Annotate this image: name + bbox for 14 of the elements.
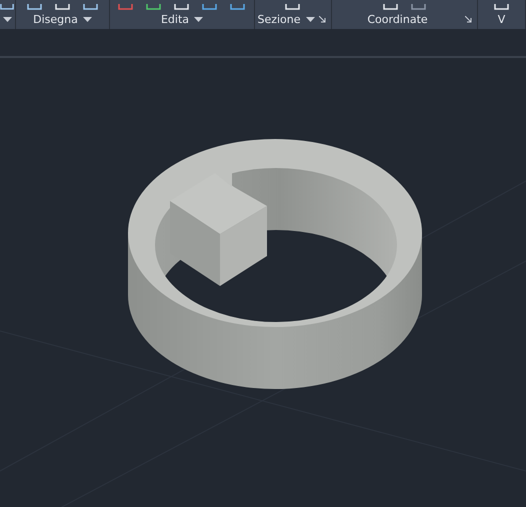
panel-title[interactable]: Sezione [257, 13, 301, 26]
tool-icon[interactable] [202, 4, 218, 10]
tool-icon[interactable] [0, 4, 15, 10]
tool-icon[interactable] [230, 4, 246, 10]
tool-icon[interactable] [26, 4, 42, 10]
tool-icon[interactable] [82, 4, 98, 10]
panel-title[interactable]: Disegna [33, 13, 78, 26]
panel-title[interactable]: Coordinate [367, 13, 428, 26]
launcher-icon[interactable] [319, 16, 326, 23]
launcher-icon[interactable] [465, 16, 472, 23]
tool-icon[interactable] [146, 4, 162, 10]
tool-icon[interactable] [410, 4, 426, 10]
panel-title[interactable]: Edita [160, 13, 190, 26]
panel-title[interactable]: V [498, 13, 506, 26]
